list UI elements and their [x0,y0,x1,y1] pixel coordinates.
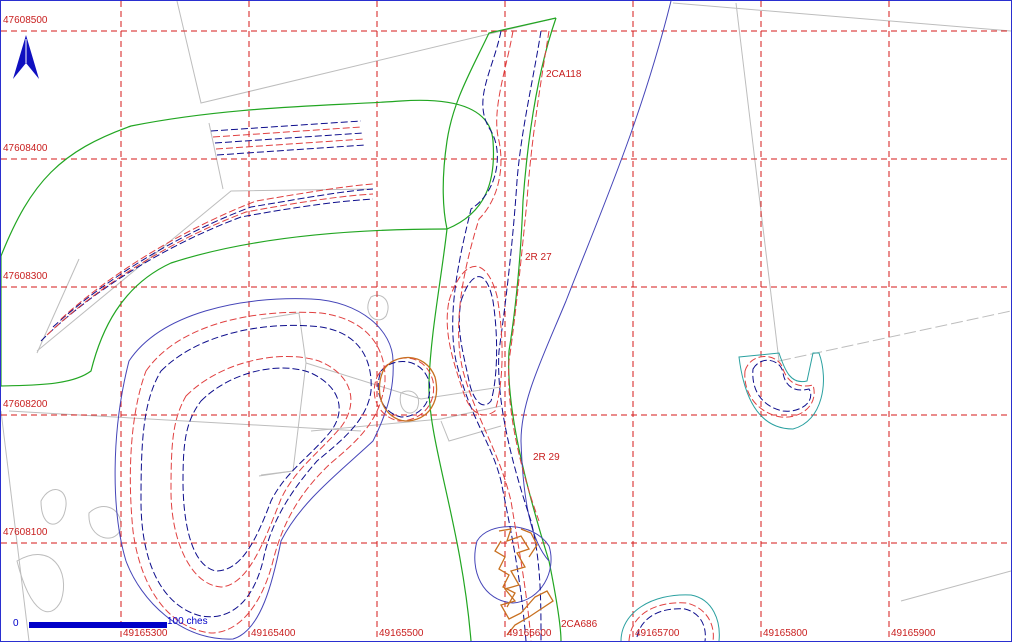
parcel-line [8,410,362,432]
feature-label-2ca118: 2CA118 [546,69,582,80]
contour-line [210,120,362,132]
easting-label: 49165500 [379,628,424,639]
parcel-line [1,410,30,641]
parcel-line [208,122,224,190]
grid-lines [1,1,1011,641]
feature-label-2ca686: 2CA686 [561,619,598,630]
parcel-line [900,570,1011,602]
northing-label: 47608400 [3,143,48,154]
scale-zero-label: 0 [13,618,19,629]
easting-label: 49165400 [251,628,296,639]
northing-label: 47608500 [3,15,48,26]
parcel-line [260,312,307,476]
contour-line [40,198,374,342]
contour-line [452,30,527,641]
teal-features [620,352,824,641]
scale-track [29,622,167,628]
parcel-line [367,294,389,321]
boundary-line [1,99,495,387]
easting-label: 49165600 [507,628,552,639]
contour-line [508,30,550,522]
contour-line [458,276,498,406]
parcel-line [440,420,502,442]
contour-line [129,311,386,634]
green-boundaries [1,17,562,641]
map-canvas[interactable] [1,1,1011,641]
scale-bar: 0 100 ches [9,616,239,638]
parcel-line [36,188,374,352]
easting-label: 49165700 [635,628,680,639]
contour-line [216,144,366,156]
north-arrow-icon [13,35,39,79]
contour-line [212,126,362,138]
contour-line [52,188,374,328]
feature-label-2r27: 2R 27 [525,252,552,263]
parcel-line [735,2,780,362]
scale-unit-label: 100 ches [167,616,208,627]
outline-line [114,298,394,640]
outline-line [520,1,672,562]
contour-line [60,183,374,320]
northing-label: 47608100 [3,527,48,538]
contour-line [377,361,431,418]
easting-label: 49165800 [763,628,808,639]
contour-line [373,357,435,422]
parcel-line [672,2,1011,32]
orange-outline [378,356,438,422]
contour-line [214,132,364,144]
contour-line [182,367,340,572]
contour-line [140,324,372,618]
northing-label: 47608300 [3,271,48,282]
northing-label: 47608200 [3,399,48,410]
contour-lines [40,30,815,641]
parcel-line [88,506,122,539]
scale-fill [30,623,166,627]
parcel-lines [1,1,1011,641]
contour-line [215,138,365,150]
parcel-line [176,1,557,104]
contour-line [458,30,532,641]
parcel-line [399,390,419,414]
parcel-line [258,470,294,477]
easting-label: 49165900 [891,628,936,639]
parcel-line [40,489,67,525]
feature-label-2r29: 2R 29 [533,452,560,463]
map-frame[interactable]: 47608500 47608400 47608300 47608200 47608100… [0,0,1012,642]
contour-line [170,356,352,588]
